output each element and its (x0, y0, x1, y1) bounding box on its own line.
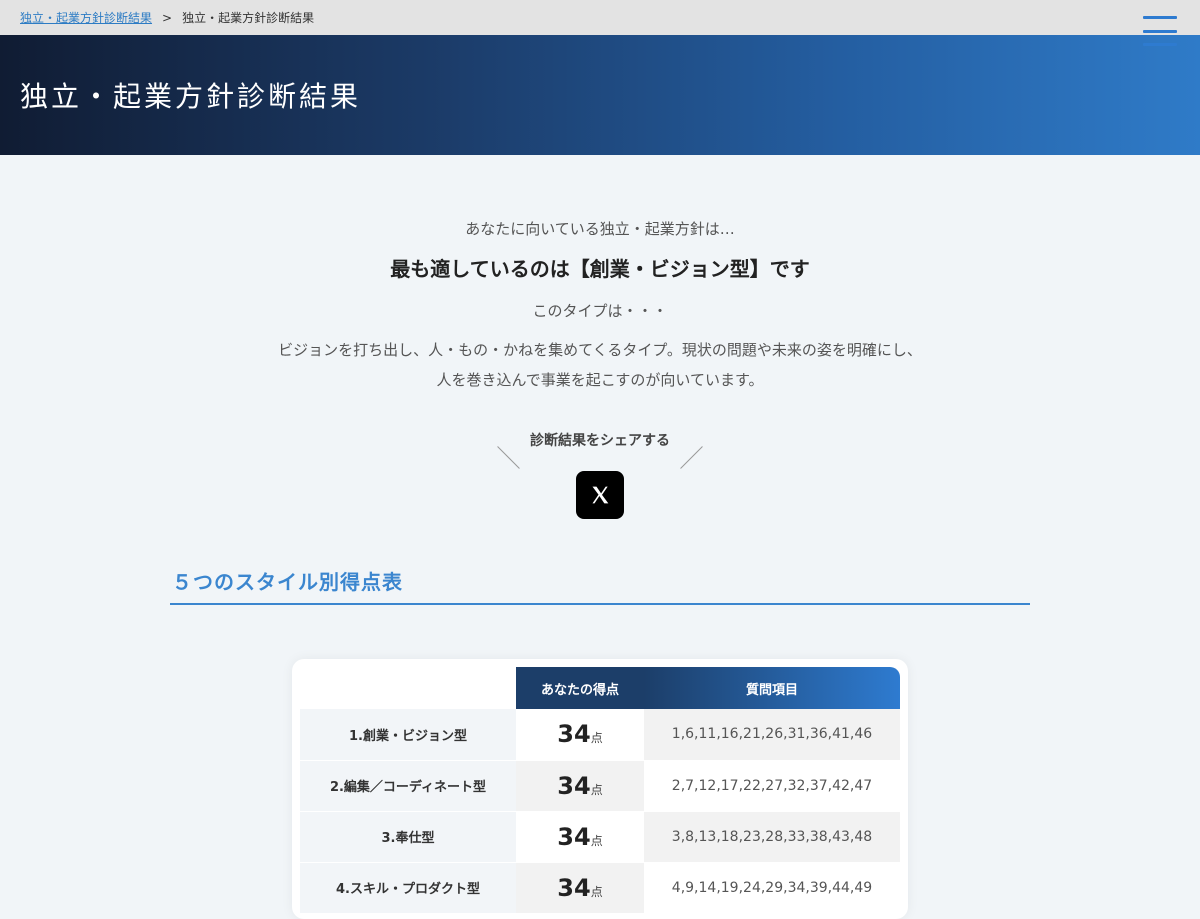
menu-icon[interactable] (1143, 16, 1177, 46)
table-header-score: あなたの得点 (516, 667, 644, 709)
result-sub: このタイプは・・・ (532, 302, 668, 320)
score-unit: 点 (590, 833, 603, 848)
result-summary: あなたに向いている独立・起業方針は… 最も適しているのは【創業・ビジョン型】です… (0, 218, 1200, 395)
style-score: 34点 (516, 760, 644, 812)
result-main: 最も適しているのは【創業・ビジョン型】です (390, 257, 810, 281)
score-unit: 点 (590, 731, 603, 746)
question-items: 3,8,13,18,23,28,33,38,43,48 (644, 811, 900, 863)
result-desc-line1: ビジョンを打ち出し、人・もの・かねを集めてくるタイプ。現状の問題や未来の姿を明確… (278, 341, 922, 359)
table-row: 1.創業・ビジョン型 34点 1,6,11,16,21,26,31,36,41,… (300, 709, 900, 761)
style-score: 34点 (516, 862, 644, 914)
style-name: 1.創業・ビジョン型 (300, 709, 516, 761)
question-items: 2,7,12,17,22,27,32,37,42,47 (644, 760, 900, 812)
score-unit: 点 (590, 884, 603, 899)
question-items: 1,6,11,16,21,26,31,36,41,46 (644, 709, 900, 761)
hero-banner: 独立・起業方針診断結果 (0, 35, 1200, 155)
x-logo-icon (592, 486, 609, 504)
score-value: 34 (557, 873, 591, 902)
breadcrumb-separator: > (162, 10, 173, 25)
score-unit: 点 (590, 782, 603, 797)
result-description: ビジョンを打ち出し、人・もの・かねを集めてくるタイプ。現状の問題や未来の姿を明確… (0, 335, 1200, 395)
share-section: 診断結果をシェアする (0, 430, 1200, 450)
table-header-questions: 質問項目 (644, 667, 900, 709)
share-label: 診断結果をシェアする (530, 433, 670, 449)
table-header-row: あなたの得点 質問項目 (300, 667, 900, 709)
table-row: 4.スキル・プロダクト型 34点 4,9,14,19,24,29,34,39,4… (300, 862, 900, 914)
result-lead: あなたに向いている独立・起業方針は… (465, 220, 735, 238)
table-header-blank (300, 667, 516, 709)
score-value: 34 (557, 771, 591, 800)
score-value: 34 (557, 822, 591, 851)
table-row: 3.奉仕型 34点 3,8,13,18,23,28,33,38,43,48 (300, 811, 900, 863)
score-table-card: あなたの得点 質問項目 1.創業・ビジョン型 34点 1,6,11,16,21,… (292, 659, 908, 919)
question-items: 4,9,14,19,24,29,34,39,44,49 (644, 862, 900, 914)
score-table: あなたの得点 質問項目 1.創業・ビジョン型 34点 1,6,11,16,21,… (300, 667, 900, 914)
page-title: 独立・起業方針診断結果 (20, 80, 362, 113)
style-name: 4.スキル・プロダクト型 (300, 862, 516, 914)
style-name: 2.編集／コーディネート型 (300, 760, 516, 812)
score-value: 34 (557, 720, 591, 749)
style-name: 3.奉仕型 (300, 811, 516, 863)
breadcrumb-link[interactable]: 独立・起業方針診断結果 (20, 9, 152, 26)
breadcrumb-current: 独立・起業方針診断結果 (182, 11, 315, 25)
section-title: ５つのスタイル別得点表 (170, 566, 1030, 605)
breadcrumb: 独立・起業方針診断結果 > 独立・起業方針診断結果 (0, 0, 1200, 35)
style-score: 34点 (516, 709, 644, 761)
style-score: 34点 (516, 811, 644, 863)
x-share-button[interactable] (576, 471, 624, 519)
table-row: 2.編集／コーディネート型 34点 2,7,12,17,22,27,32,37,… (300, 760, 900, 812)
result-desc-line2: 人を巻き込んで事業を起こすのが向いています。 (436, 371, 764, 389)
